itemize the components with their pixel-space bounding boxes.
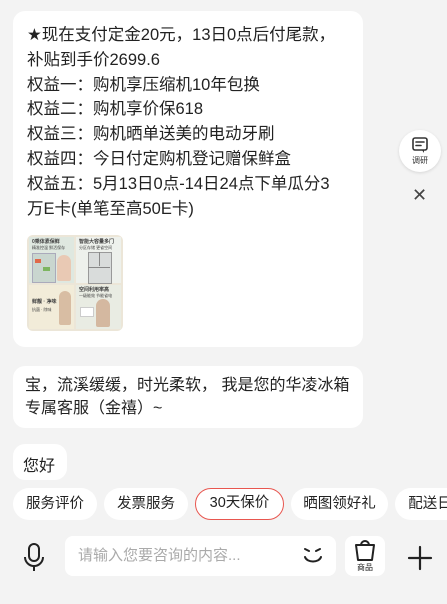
promo-line: 权益一：购机享压缩机10年包换 — [27, 75, 260, 94]
chip-service-review[interactable]: 服务评价 — [13, 488, 97, 520]
microphone-button[interactable] — [14, 538, 54, 578]
chip-invoice-service[interactable]: 发票服务 — [104, 488, 188, 520]
chip-photo-gift[interactable]: 晒图领好礼 — [291, 488, 388, 520]
plus-button[interactable] — [400, 538, 440, 578]
user-message-bubble: 您好 — [13, 444, 67, 480]
thumb-text: 分区存储 更省空间 — [79, 245, 113, 250]
survey-label: 调研 — [412, 156, 428, 165]
survey-icon — [412, 137, 428, 153]
thumb-text: 抗菌 · 除味 — [32, 307, 52, 312]
plus-icon — [407, 545, 433, 571]
promo-line: 补贴到手价2699.6 — [27, 50, 160, 69]
promo-line: 权益四：今日付定购机登记赠保鲜盒 — [27, 149, 291, 168]
greeting-line: 宝，流溪缓缓，时光柔软， 我是您的华凌冰箱 — [25, 377, 350, 394]
chat-input-bar: 请输入您要咨询的内容... 商品 — [0, 530, 447, 584]
promo-message-bubble: ★现在支付定金20元，13日0点后付尾款， 补贴到手价2699.6 权益一：购机… — [13, 11, 363, 347]
survey-button[interactable]: 调研 — [399, 130, 441, 172]
emoji-icon — [304, 548, 322, 563]
thumb-panel-fridge-closed: 智能大容量多门 分区存储 更省空间 — [76, 237, 121, 284]
message-input[interactable]: 请输入您要咨询的内容... — [65, 536, 336, 576]
emoji-button[interactable] — [300, 544, 326, 568]
promo-line: 权益三：购机晒单送美的电动牙刷 — [27, 125, 275, 144]
thumb-text: 鲜靓 · 净味 — [32, 299, 57, 305]
thumb-text: 精准控温 鲜活保存 — [32, 245, 66, 250]
product-thumbnail[interactable]: 0乘体素保鲜 精准控温 鲜活保存 智能大容量多门 分区存储 更省空间 鲜靓 · … — [27, 235, 123, 331]
shopping-bag-icon — [355, 540, 375, 561]
microphone-icon — [24, 543, 44, 571]
close-icon[interactable]: ✕ — [412, 185, 427, 206]
promo-line: 权益五：5月13日0点-14日24点下单瓜分3 — [27, 174, 330, 193]
thumb-panel-space: 空间利用率高 一级能效 节能省电 — [76, 285, 121, 329]
goods-label: 商品 — [357, 563, 373, 572]
thumb-panel-fridge-open: 0乘体素保鲜 精准控温 鲜活保存 — [29, 237, 74, 283]
greeting-message-bubble: 宝，流溪缓缓，时光柔软， 我是您的华凌冰箱 专属客服（金禧）~ — [13, 366, 363, 428]
greeting-line: 专属客服（金禧）~ — [25, 400, 163, 417]
chip-price-protection[interactable]: 30天保价 — [195, 488, 284, 520]
thumb-panel-fresh: 鲜靓 · 净味 抗菌 · 除味 — [29, 285, 74, 329]
promo-line: 权益二：购机享价保618 — [27, 100, 204, 119]
quick-reply-chips: 服务评价 发票服务 30天保价 晒图领好礼 配送日 — [0, 488, 447, 522]
chip-delivery-date[interactable]: 配送日 — [395, 488, 447, 520]
goods-button[interactable]: 商品 — [345, 536, 385, 576]
promo-line: 万E卡(单笔至高50E卡) — [27, 199, 194, 218]
thumb-text: 一级能效 节能省电 — [79, 293, 113, 298]
promo-line: ★现在支付定金20元，13日0点后付尾款， — [27, 26, 336, 44]
